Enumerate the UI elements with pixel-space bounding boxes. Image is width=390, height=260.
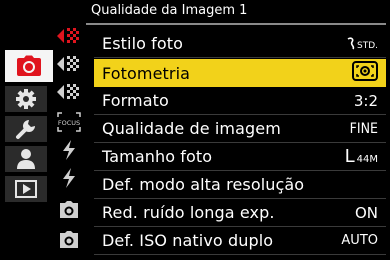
menu-item-estilo-foto[interactable]: Estilo foto STD.: [94, 30, 386, 58]
size-letter: L: [344, 146, 355, 167]
main-category-tabs: [5, 50, 53, 206]
person-icon: [15, 148, 37, 170]
sub-tab-focus[interactable]: FOCUS: [52, 108, 86, 135]
menu-item-value: STD.: [338, 36, 378, 51]
menu-item-value: [338, 61, 378, 85]
gear-icon: [15, 88, 37, 110]
menu-item-def-modo-alta-resolucao[interactable]: Def. modo alta resolução: [94, 171, 386, 199]
menu-item-value: ON: [354, 203, 378, 222]
flash-icon: [61, 167, 77, 189]
sub-tab-camera-2[interactable]: [52, 226, 86, 253]
menu-item-def-iso-nativo-duplo[interactable]: Def. ISO nativo duplo AUTO: [94, 227, 386, 255]
menu-item-label: Def. modo alta resolução: [102, 175, 305, 194]
tab-playback[interactable]: [5, 176, 47, 202]
tab-my-menu[interactable]: [5, 146, 47, 172]
sub-tab-camera-1[interactable]: [52, 196, 86, 223]
svg-text:FOCUS: FOCUS: [58, 119, 80, 127]
tab-photo[interactable]: [5, 50, 53, 82]
size-megapixels: 44M: [356, 154, 378, 165]
sub-page-tabs: FOCUS: [52, 20, 86, 256]
sub-tab-image-quality-1[interactable]: [52, 22, 86, 49]
sub-tab-flash-1[interactable]: [52, 136, 86, 163]
sub-tab-image-quality-3[interactable]: [52, 78, 86, 105]
page-title: Qualidade da Imagem 1: [91, 3, 248, 18]
menu-item-label: Red. ruído longa exp.: [102, 203, 275, 222]
camera-menu-screen: Qualidade da Imagem 1 FOCUS Estilo foto …: [0, 0, 390, 260]
menu-item-value: 3:2: [353, 91, 378, 110]
menu-item-label: Fotometria: [102, 63, 191, 83]
wrench-icon: [15, 118, 37, 140]
menu-item-label: Tamanho foto: [102, 147, 213, 166]
tab-custom[interactable]: [5, 86, 47, 112]
menu-item-label: Formato: [102, 91, 169, 110]
menu-item-label: Def. ISO nativo duplo: [102, 231, 274, 250]
menu-item-formato[interactable]: Formato 3:2: [94, 87, 386, 115]
menu-item-fotometria[interactable]: Fotometria: [94, 59, 386, 87]
camera-small-icon: [58, 230, 80, 250]
style-standard-icon: STD.: [346, 36, 378, 51]
camera-icon: [16, 55, 42, 77]
metering-multiple-icon: [352, 61, 378, 85]
image-quality-icon: [56, 26, 82, 46]
image-quality-icon: [56, 54, 82, 74]
tab-setup[interactable]: [5, 116, 47, 142]
menu-item-qualidade-de-imagem[interactable]: Qualidade de imagem FINE: [94, 115, 386, 143]
menu-item-value: L 44M: [338, 146, 378, 167]
sub-tab-image-quality-2[interactable]: [52, 50, 86, 77]
camera-small-icon: [58, 200, 80, 220]
playback-icon: [15, 180, 37, 198]
focus-icon: FOCUS: [56, 111, 82, 133]
menu-item-value: AUTO: [341, 233, 378, 248]
header-divider: [86, 23, 386, 25]
menu-item-tamanho-foto[interactable]: Tamanho foto L 44M: [94, 143, 386, 171]
menu-item-label: Estilo foto: [102, 34, 184, 53]
menu-item-value: FINE: [349, 120, 378, 137]
menu-item-red-ruido-longa-exp[interactable]: Red. ruído longa exp. ON: [94, 199, 386, 227]
sub-tab-flash-2[interactable]: [52, 164, 86, 191]
menu-item-label: Qualidade de imagem: [102, 119, 281, 138]
flash-icon: [61, 139, 77, 161]
image-quality-icon: [56, 82, 82, 102]
